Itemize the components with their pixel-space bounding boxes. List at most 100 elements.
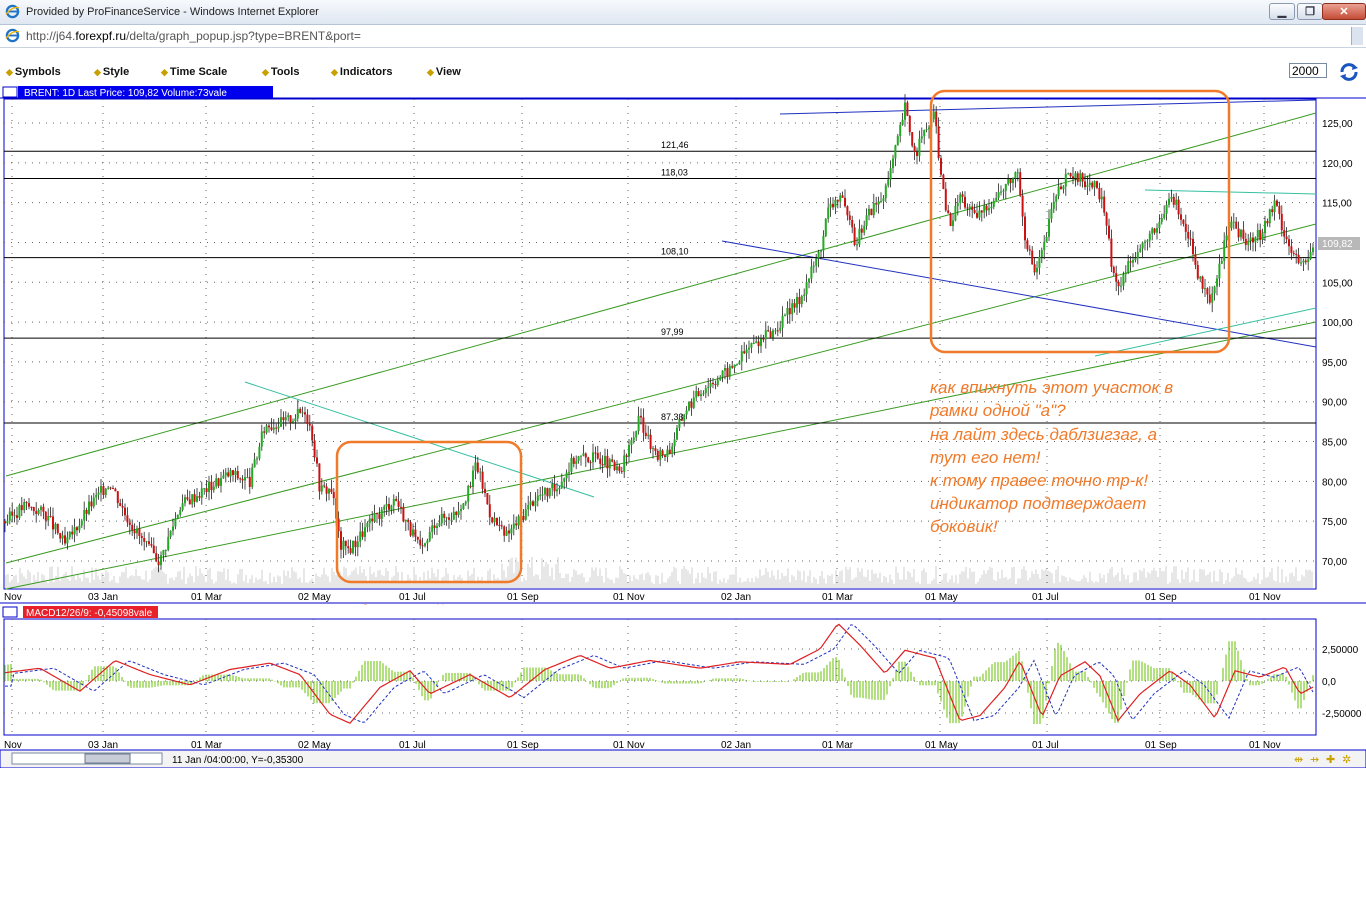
candle-body bbox=[1021, 195, 1024, 217]
candle-body bbox=[911, 132, 914, 146]
candle-body bbox=[656, 450, 659, 460]
price-chart[interactable]: BRENT: 1D Last Price: 109,82 Volume:73va… bbox=[0, 86, 1366, 768]
close-icon: ✕ bbox=[1339, 6, 1349, 18]
zoom-in-icon[interactable]: ⇹ bbox=[1294, 753, 1303, 766]
candle-body bbox=[560, 481, 563, 488]
candle-body bbox=[162, 550, 165, 556]
url-text[interactable]: http://j64.forexpf.ru/delta/graph_popup.… bbox=[26, 29, 361, 43]
candle-body bbox=[378, 514, 381, 519]
candle-body bbox=[1300, 262, 1302, 264]
candle-body bbox=[498, 525, 501, 527]
candle-body bbox=[92, 497, 95, 507]
candle-body bbox=[383, 506, 386, 510]
candle-body bbox=[618, 466, 621, 471]
scroll-up-button[interactable] bbox=[1351, 27, 1363, 45]
candle-body bbox=[659, 450, 662, 460]
candle-body bbox=[20, 505, 23, 511]
candle-body bbox=[1031, 250, 1034, 265]
candle-body bbox=[133, 530, 136, 534]
candle-body bbox=[404, 519, 407, 522]
candle-body bbox=[160, 555, 162, 566]
bar-count-input[interactable]: 2000 bbox=[1289, 63, 1327, 78]
candle-body bbox=[78, 525, 81, 531]
candle-body bbox=[270, 427, 273, 430]
x-tick-label: 01 Sep bbox=[1145, 592, 1177, 603]
url-suffix: /delta/graph_popup.jsp?type=BRENT&port= bbox=[126, 29, 361, 43]
candle-body bbox=[1040, 250, 1043, 257]
macd-x-tick-label: 03 Jan bbox=[88, 740, 118, 751]
candle-body bbox=[61, 535, 64, 539]
menu-tools[interactable]: ◆ Tools bbox=[262, 66, 299, 78]
level-label: 118,03 bbox=[661, 168, 688, 178]
annotation-note-line-2: рамки одной "а"? bbox=[929, 401, 1066, 420]
candle-body bbox=[721, 370, 724, 378]
menu-time-scale[interactable]: ◆ Time Scale bbox=[161, 66, 227, 78]
menu-view[interactable]: ◆ View bbox=[427, 66, 461, 78]
macd-panel-toggle-icon[interactable] bbox=[2, 606, 18, 618]
candle-body bbox=[887, 179, 890, 186]
candle-body bbox=[527, 504, 530, 510]
address-bar[interactable]: http://j64.forexpf.ru/delta/graph_popup.… bbox=[0, 25, 1366, 48]
candle-body bbox=[832, 203, 834, 208]
candle-body bbox=[49, 516, 52, 518]
candle-body bbox=[155, 553, 158, 562]
candle-body bbox=[728, 366, 731, 377]
candle-body bbox=[1201, 276, 1204, 289]
candle-body bbox=[1254, 237, 1257, 243]
candle-body bbox=[788, 307, 791, 315]
candle-body bbox=[635, 431, 638, 438]
x-tick-label: 01 Mar bbox=[822, 592, 854, 603]
candle-body bbox=[400, 506, 402, 508]
candle-body bbox=[1122, 274, 1125, 286]
candle-body bbox=[1163, 213, 1166, 219]
refresh-icon[interactable] bbox=[1338, 61, 1360, 83]
close-button[interactable]: ✕ bbox=[1322, 3, 1366, 20]
candle-body bbox=[356, 541, 359, 548]
candle-body bbox=[1108, 225, 1110, 239]
x-tick-label: 01 Nov bbox=[613, 592, 645, 603]
candle-body bbox=[126, 515, 129, 523]
candle-body bbox=[306, 414, 309, 424]
panel-toggle-icon[interactable] bbox=[2, 86, 18, 98]
candle-body bbox=[1045, 236, 1048, 242]
candle-body bbox=[707, 386, 710, 389]
candle-body bbox=[1180, 214, 1182, 220]
candle-body bbox=[371, 518, 374, 522]
candle-body bbox=[709, 382, 712, 387]
zoom-fit-icon[interactable]: ✚ bbox=[1326, 753, 1335, 766]
candle-body bbox=[630, 440, 633, 445]
candle-body bbox=[1312, 247, 1314, 252]
candle-body bbox=[740, 351, 743, 362]
restore-button[interactable]: ❐ bbox=[1297, 3, 1323, 20]
settings-icon[interactable]: ✲ bbox=[1342, 753, 1351, 766]
candle-body bbox=[594, 452, 597, 454]
menu-symbols[interactable]: ◆ Symbols bbox=[6, 66, 61, 78]
candle-body bbox=[592, 452, 594, 463]
candle-body bbox=[760, 338, 762, 347]
candle-body bbox=[52, 516, 54, 530]
candle-body bbox=[8, 511, 11, 521]
candle-body bbox=[532, 501, 534, 506]
candle-body bbox=[1223, 240, 1226, 261]
symbol-header-text: BRENT: 1D Last Price: 109,82 Volume:73va… bbox=[24, 88, 227, 99]
candle-body bbox=[1213, 286, 1216, 294]
candle-body bbox=[412, 529, 414, 536]
time-scrollbar-thumb[interactable] bbox=[84, 753, 131, 764]
zoom-out-icon[interactable]: ⇸ bbox=[1310, 753, 1319, 766]
candle-body bbox=[294, 418, 297, 422]
candle-body bbox=[767, 330, 770, 332]
candle-body bbox=[474, 462, 477, 471]
menu-style[interactable]: ◆ Style bbox=[94, 66, 129, 78]
candle-body bbox=[181, 503, 184, 511]
candle-body bbox=[157, 561, 160, 566]
minimize-button[interactable]: ▁ bbox=[1269, 3, 1295, 20]
candle-body bbox=[1110, 238, 1113, 267]
candle-body bbox=[534, 500, 537, 506]
candle-body bbox=[491, 517, 494, 523]
candle-body bbox=[227, 472, 230, 477]
candle-body bbox=[330, 488, 333, 493]
candle-body bbox=[882, 198, 885, 202]
candle-body bbox=[1103, 196, 1106, 213]
candle-body bbox=[1076, 173, 1079, 182]
menu-indicators[interactable]: ◆ Indicators bbox=[331, 66, 393, 78]
